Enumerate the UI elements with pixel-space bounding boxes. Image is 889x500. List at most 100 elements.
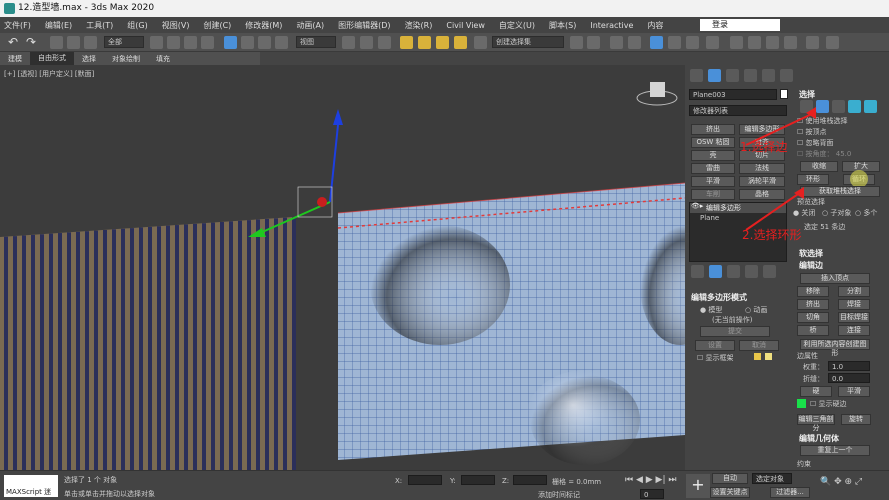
edge-level-icon[interactable] (816, 100, 829, 113)
utilities-tab-icon[interactable] (780, 69, 793, 82)
tab-selection[interactable]: 选择 (74, 54, 104, 64)
schematic-view-icon[interactable] (686, 36, 699, 49)
settings-button[interactable]: 设置 (695, 340, 735, 351)
y-coordinate-field[interactable] (461, 475, 495, 485)
menu-tools[interactable]: 工具(T) (86, 20, 113, 31)
key-filter-dropdown[interactable]: 选定对象 (752, 473, 792, 484)
extrude-button[interactable]: 挤出 (797, 299, 829, 310)
target-weld-button[interactable]: 目标焊接 (838, 312, 870, 323)
rectangular-selection-icon[interactable] (184, 36, 197, 49)
named-selection-dropdown[interactable]: 创建选择集 (492, 36, 564, 48)
maxscript-listener[interactable]: MAXScript 迷 (4, 475, 58, 497)
toggle-scene-explorer-icon[interactable] (610, 36, 623, 49)
menu-modifiers[interactable]: 修改器(M) (245, 20, 282, 31)
x-coordinate-field[interactable] (408, 475, 442, 485)
menu-graph-editors[interactable]: 图形编辑器(D) (338, 20, 390, 31)
keyboard-shortcut-icon[interactable] (378, 36, 391, 49)
menu-animation[interactable]: 动画(A) (296, 20, 324, 31)
select-by-name-icon[interactable] (167, 36, 180, 49)
auto-key-add-icon[interactable]: + (686, 474, 710, 498)
undo-icon[interactable]: ↶ (8, 36, 21, 49)
projects-icon[interactable] (826, 36, 839, 49)
mirror-icon[interactable] (570, 36, 583, 49)
percent-snap-icon[interactable] (436, 36, 449, 49)
bridge-button[interactable]: 桥 (797, 325, 829, 336)
viewport-canvas[interactable] (0, 65, 685, 470)
repeat-last-button[interactable]: 重复上一个 (800, 445, 870, 456)
tab-populate[interactable]: 填充 (148, 54, 178, 64)
soft-selection-title[interactable]: 软选择 (799, 248, 823, 259)
add-time-tag-button[interactable]: 添加时间标记 (538, 490, 580, 500)
redo-icon[interactable]: ↷ (26, 36, 39, 49)
link-icon[interactable] (50, 36, 63, 49)
selection-filter-dropdown[interactable]: 全部 (104, 36, 144, 48)
mode-model-radio[interactable]: ● 模型 (700, 305, 722, 315)
render-production-icon[interactable] (766, 36, 779, 49)
angle-snap-icon[interactable] (418, 36, 431, 49)
motion-tab-icon[interactable] (744, 69, 757, 82)
chamfer-button[interactable]: 切角 (797, 312, 829, 323)
configure-sets-icon[interactable] (763, 265, 776, 278)
commit-button[interactable]: 提交 (700, 326, 770, 337)
hierarchy-tab-icon[interactable] (726, 69, 739, 82)
tab-freeform[interactable]: 自由形式 (30, 52, 74, 65)
modify-tab-icon[interactable] (708, 69, 721, 82)
show-end-result-icon[interactable] (709, 265, 722, 278)
a360-gallery-icon[interactable] (806, 36, 819, 49)
toggle-ribbon-icon[interactable] (650, 36, 663, 49)
scale-icon[interactable] (258, 36, 271, 49)
render-in-cloud-icon[interactable] (784, 36, 797, 49)
edit-poly-mode-title[interactable]: 编辑多边形模式 (691, 292, 747, 303)
cancel-button[interactable]: 取消 (739, 340, 779, 351)
smooth-button[interactable]: 平滑 (838, 386, 870, 397)
create-tab-icon[interactable] (690, 69, 703, 82)
hard-edge-color-swatch[interactable] (797, 399, 806, 408)
polygon-level-icon[interactable] (848, 100, 861, 113)
playback-controls[interactable]: ⏮ ◀ ▶ ▶| ⏭ (625, 475, 676, 485)
mode-animate-radio[interactable]: ○ 动画 (745, 305, 767, 315)
reference-coordinate-dropdown[interactable]: 视图 (296, 36, 336, 48)
login-button[interactable]: 登录 (700, 19, 780, 31)
display-tab-icon[interactable] (762, 69, 775, 82)
edit-named-selection-icon[interactable] (474, 36, 487, 49)
connect-button[interactable]: 连接 (838, 325, 870, 336)
material-editor-icon[interactable] (706, 36, 719, 49)
menu-scripting[interactable]: 脚本(S) (549, 20, 576, 31)
unlink-icon[interactable] (67, 36, 80, 49)
element-level-icon[interactable] (864, 100, 877, 113)
render-setup-icon[interactable] (730, 36, 743, 49)
toggle-layer-explorer-icon[interactable] (628, 36, 641, 49)
cage-color-swatch-1[interactable] (754, 353, 761, 360)
pin-stack-icon[interactable] (691, 265, 704, 278)
auto-key-button[interactable]: 自动 (712, 473, 748, 484)
edit-geometry-title[interactable]: 编辑几何体 (799, 433, 839, 444)
align-icon[interactable] (587, 36, 600, 49)
snap-toggle-icon[interactable] (400, 36, 413, 49)
current-frame-field[interactable]: 0 (640, 489, 664, 499)
pivot-center-icon[interactable] (342, 36, 355, 49)
wavy-plane-mesh[interactable] (337, 182, 685, 470)
split-button[interactable]: 分割 (838, 286, 870, 297)
select-manipulate-icon[interactable] (360, 36, 373, 49)
viewport-navigation-icons[interactable]: 🔍 ✥ ⊕ ⤢ (820, 477, 862, 487)
menu-customize[interactable]: 自定义(U) (499, 20, 535, 31)
make-unique-icon[interactable] (727, 265, 740, 278)
spinner-snap-icon[interactable] (454, 36, 467, 49)
menu-group[interactable]: 组(G) (127, 20, 147, 31)
menu-view[interactable]: 视图(V) (162, 20, 190, 31)
move-icon[interactable] (224, 36, 237, 49)
window-crossing-icon[interactable] (201, 36, 214, 49)
turn-button[interactable]: 旋转 (841, 414, 871, 425)
perspective-viewport[interactable]: [+] [透视] [用户定义] [默面] (0, 65, 685, 470)
show-hard-edges-checkbox[interactable]: ☐ 显示硬边 (810, 399, 847, 409)
bind-space-warp-icon[interactable] (84, 36, 97, 49)
rendered-frame-window-icon[interactable] (748, 36, 761, 49)
menu-file[interactable]: 文件(F) (4, 20, 31, 31)
place-icon[interactable] (275, 36, 288, 49)
curve-editor-icon[interactable] (668, 36, 681, 49)
menu-create[interactable]: 创建(C) (203, 20, 231, 31)
rotate-icon[interactable] (241, 36, 254, 49)
z-coordinate-field[interactable] (513, 475, 547, 485)
select-object-icon[interactable] (150, 36, 163, 49)
crease-spinner[interactable]: 0.0 (828, 373, 870, 383)
